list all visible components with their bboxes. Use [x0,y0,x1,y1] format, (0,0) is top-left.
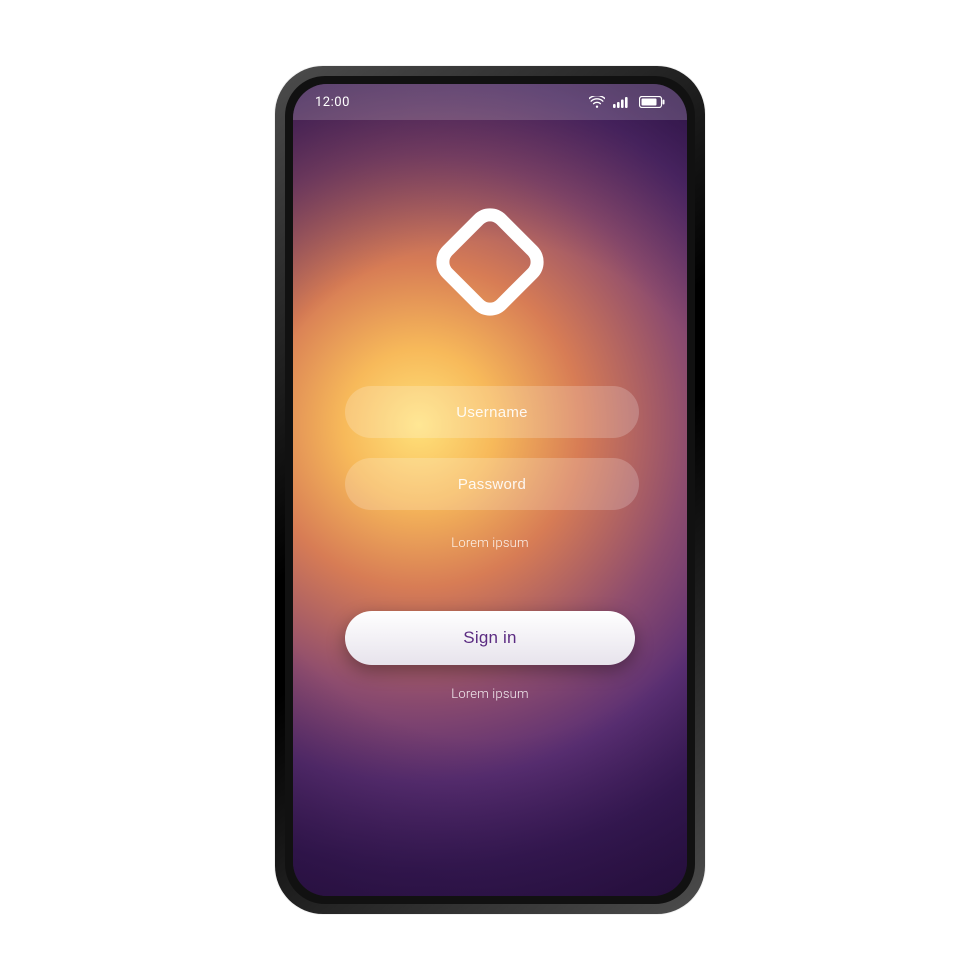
phone-bezel: 12:00 [285,76,695,904]
app-logo [430,202,550,322]
login-content: Lorem ipsum Sign in Lorem ipsum [293,84,687,896]
login-fields [345,386,635,510]
status-time: 12:00 [315,95,350,110]
password-input[interactable] [345,458,639,510]
phone-screen: 12:00 [293,84,687,896]
status-bar: 12:00 [293,84,687,120]
forgot-helper-text[interactable]: Lorem ipsum [451,536,528,551]
signal-icon [613,96,631,108]
status-icons [589,96,665,108]
battery-icon [639,96,665,108]
footer-helper-text[interactable]: Lorem ipsum [451,687,528,702]
username-input[interactable] [345,386,639,438]
wifi-icon [589,96,605,108]
sign-in-button[interactable]: Sign in [345,611,635,665]
phone-frame: 12:00 [275,66,705,914]
